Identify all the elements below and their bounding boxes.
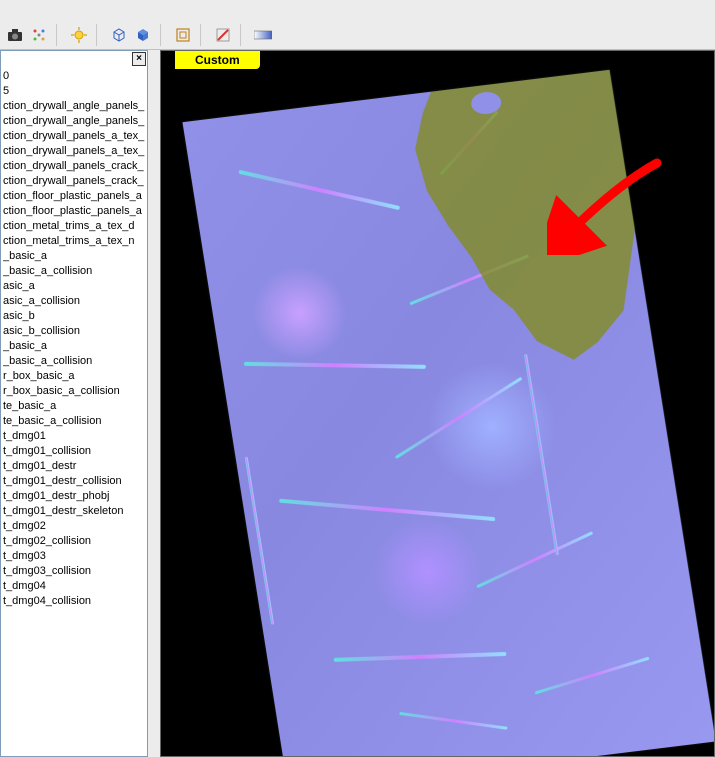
list-item[interactable]: t_dmg01_destr_skeleton	[3, 504, 147, 519]
list-item[interactable]: ction_drywall_panels_crack_	[3, 159, 147, 174]
list-item[interactable]: r_box_basic_a_collision	[3, 384, 147, 399]
list-item[interactable]: asic_b	[3, 309, 147, 324]
list-item[interactable]: 5	[3, 84, 147, 99]
cube-solid-icon[interactable]	[132, 24, 154, 46]
list-item[interactable]: ction_floor_plastic_panels_a	[3, 204, 147, 219]
list-item[interactable]: ction_metal_trims_a_tex_n	[3, 234, 147, 249]
list-item[interactable]: ction_floor_plastic_panels_a	[3, 189, 147, 204]
toolbar-separator	[56, 24, 62, 46]
list-item[interactable]: asic_a_collision	[3, 294, 147, 309]
list-item[interactable]: t_dmg01_destr_phobj	[3, 489, 147, 504]
toolbar	[0, 0, 715, 50]
points-icon[interactable]	[28, 24, 50, 46]
toolbar-separator	[96, 24, 102, 46]
list-item[interactable]: te_basic_a_collision	[3, 414, 147, 429]
list-item[interactable]: te_basic_a	[3, 399, 147, 414]
bounds-icon[interactable]	[172, 24, 194, 46]
list-item[interactable]: ction_drywall_panels_crack_	[3, 174, 147, 189]
splitter[interactable]	[148, 50, 160, 757]
list-item[interactable]: t_dmg01_destr_collision	[3, 474, 147, 489]
list-item[interactable]: ction_drywall_panels_a_tex_	[3, 129, 147, 144]
list-item[interactable]: 0	[3, 69, 147, 84]
list-item[interactable]: r_box_basic_a	[3, 369, 147, 384]
list-item[interactable]: _basic_a_collision	[3, 354, 147, 369]
list-item[interactable]: t_dmg03_collision	[3, 564, 147, 579]
list-item[interactable]: ction_drywall_angle_panels_	[3, 99, 147, 114]
asset-list[interactable]: 05ction_drywall_angle_panels_ction_drywa…	[1, 51, 147, 609]
list-item[interactable]: ction_drywall_angle_panels_	[3, 114, 147, 129]
viewport-3d[interactable]: Custom	[160, 50, 715, 757]
sidebar-panel: × 05ction_drywall_angle_panels_ction_dry…	[0, 50, 148, 757]
list-item[interactable]: asic_b_collision	[3, 324, 147, 339]
toolbar-separator	[160, 24, 166, 46]
list-item[interactable]: t_dmg04	[3, 579, 147, 594]
toolbar-separator	[200, 24, 206, 46]
sun-icon[interactable]	[68, 24, 90, 46]
camera-icon[interactable]	[4, 24, 26, 46]
list-item[interactable]: ction_metal_trims_a_tex_d	[3, 219, 147, 234]
gradient-icon[interactable]	[252, 24, 274, 46]
list-item[interactable]: _basic_a	[3, 339, 147, 354]
list-item[interactable]: _basic_a_collision	[3, 264, 147, 279]
sidebar-close-button[interactable]: ×	[132, 52, 146, 66]
list-item[interactable]: t_dmg01_collision	[3, 444, 147, 459]
slash-icon[interactable]	[212, 24, 234, 46]
list-item[interactable]: t_dmg02	[3, 519, 147, 534]
list-item[interactable]: t_dmg01	[3, 429, 147, 444]
list-item[interactable]: t_dmg04_collision	[3, 594, 147, 609]
main-area: × 05ction_drywall_angle_panels_ction_dry…	[0, 50, 715, 757]
list-item[interactable]: ction_drywall_panels_a_tex_	[3, 144, 147, 159]
toolbar-separator	[240, 24, 246, 46]
viewport-mode-label[interactable]: Custom	[175, 51, 260, 69]
list-item[interactable]: _basic_a	[3, 249, 147, 264]
cube-wire-icon[interactable]	[108, 24, 130, 46]
list-item[interactable]: t_dmg03	[3, 549, 147, 564]
list-item[interactable]: t_dmg02_collision	[3, 534, 147, 549]
list-item[interactable]: asic_a	[3, 279, 147, 294]
textured-mesh[interactable]	[182, 70, 715, 757]
list-item[interactable]: t_dmg01_destr	[3, 459, 147, 474]
